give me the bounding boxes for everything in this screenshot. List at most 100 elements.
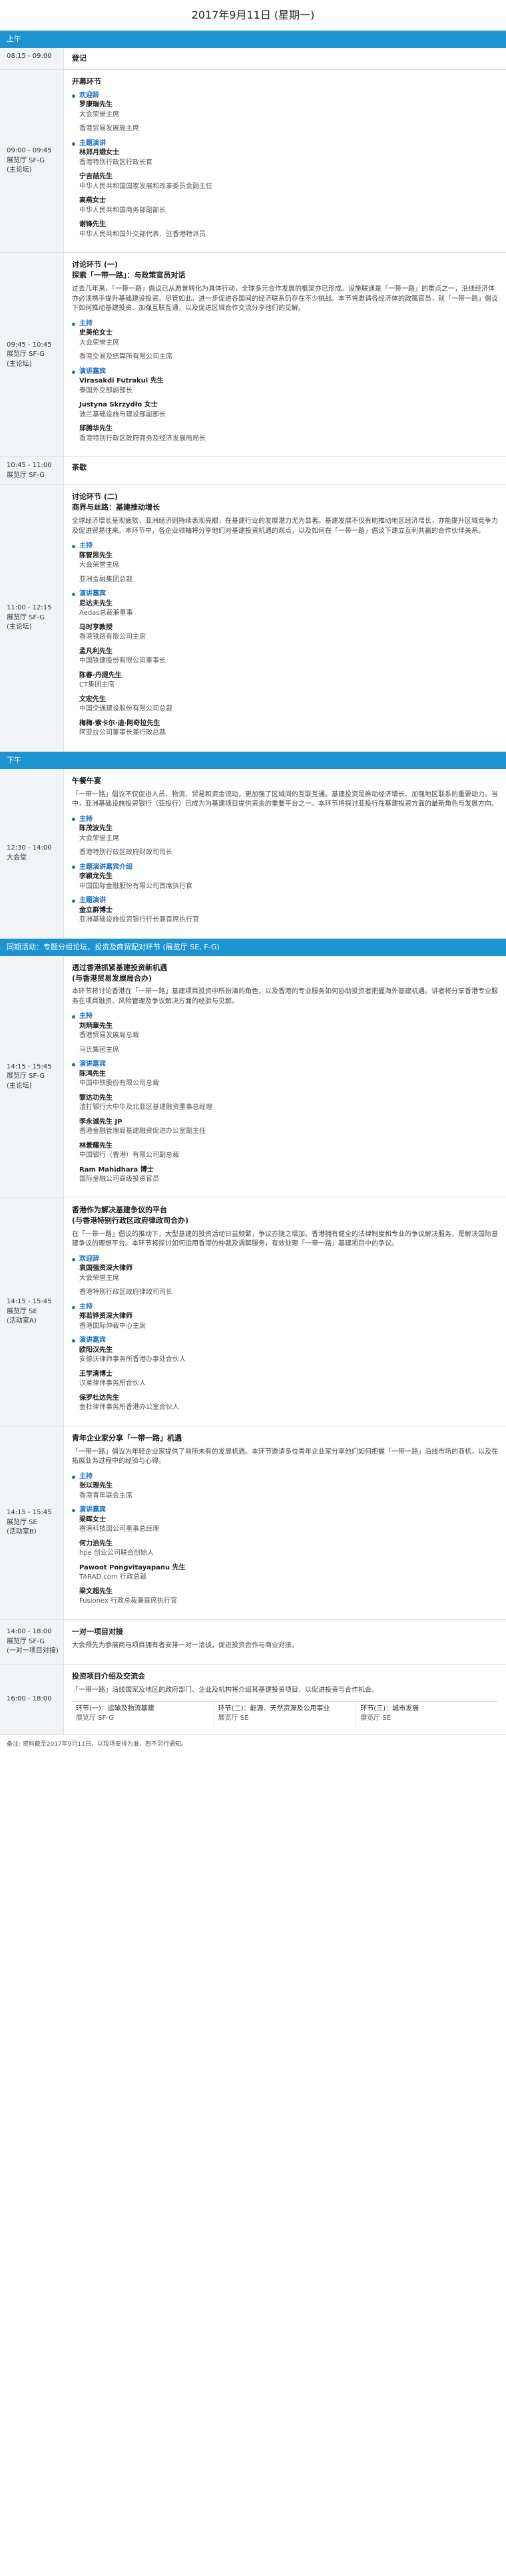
speaker-title: 中华人民共和国商务部副部长 bbox=[79, 206, 166, 214]
speaker-title: 香港交易及结算所有限公司主席 bbox=[79, 353, 172, 361]
session-title-text: 投资项目介绍及交流会 bbox=[72, 1672, 145, 1681]
session-title: 投资项目介绍及交流会 bbox=[72, 1671, 498, 1682]
speaker-role: 演讲嘉宾 bbox=[72, 1506, 498, 1516]
speaker-entry: 高燕女士 中华人民共和国商务部副部长 bbox=[79, 196, 498, 216]
speaker-entry: 史美伦女士 大会荣誉主席 bbox=[79, 329, 498, 348]
speaker-entry: 梅梅·索卡尔·迪·阿奇拉先生 阿亚拉公司董事长兼行政总裁 bbox=[79, 719, 498, 738]
speaker-name: 李颖龙先生 bbox=[79, 873, 113, 881]
speaker-title: 亚洲金融集团总裁 bbox=[79, 575, 132, 583]
speaker-entry: 陈茂波先生 大会荣誉主席 bbox=[79, 824, 498, 844]
track-item: 环节(三)：城市发展 展览厅 SE bbox=[356, 1702, 498, 1726]
speaker-role-label: 欢迎辞 bbox=[79, 91, 99, 99]
speaker-entry: 李永诚先生 JP 香港金融管理局基建融资促进办公室副主任 bbox=[79, 1118, 498, 1137]
session-title: 开幕环节 bbox=[72, 77, 498, 87]
speaker-name: 文宏先生 bbox=[79, 695, 106, 703]
speaker-entry: 欧阳汉先生 安德沃律师事务所香港办事处合伙人 bbox=[79, 1346, 498, 1365]
speaker-entry: 邱腾华先生 香港特别行政区政府商务及经济发展局局长 bbox=[79, 424, 498, 444]
session-time: 08:15 - 09:00 bbox=[7, 53, 52, 60]
speaker-role: 欢迎辞 bbox=[72, 91, 498, 101]
speaker-entry: 文宏先生 中国交通建设股份有限公司总裁 bbox=[79, 695, 498, 715]
speaker-name: 邱腾华先生 bbox=[79, 425, 113, 433]
speaker-title: 香港铁路有限公司主席 bbox=[79, 633, 146, 641]
speaker-role: 主持 bbox=[72, 1472, 498, 1482]
session-description: 在「一带一路」倡议的推动下，大型基建的投资活动日益频繁，争议亦随之增加。香港拥有… bbox=[72, 1230, 498, 1248]
bullet-icon bbox=[72, 592, 75, 596]
speaker-role: 主持 bbox=[72, 1012, 498, 1022]
speaker-name: 宁吉喆先生 bbox=[79, 173, 113, 181]
speaker-name: 梁文超先生 bbox=[79, 1587, 113, 1595]
session-title: 香港作为解决基建争议的平台 (与香港特别行政区政府律政司合办) bbox=[72, 1205, 498, 1226]
session-time-col: 16:00 - 18:00 bbox=[0, 1665, 64, 1734]
session-subtitle: 探索「一带一路」：与政策官员对话 bbox=[72, 271, 186, 280]
speaker-name: 谢锋先生 bbox=[79, 221, 106, 229]
session-title: 讨论环节 (二) 商界与丝路：基建推动增长 bbox=[72, 492, 498, 513]
speaker-title: 中国银行（香港）有限公司副总裁 bbox=[79, 1152, 179, 1160]
session-body: 投资项目介绍及交流会 「一带一路」沿线国家及地区的政府部门、企业及机构将介绍其基建… bbox=[64, 1665, 506, 1734]
bullet-icon bbox=[72, 1475, 75, 1479]
speaker-role-label: 演讲嘉宾 bbox=[79, 1337, 106, 1345]
program-schedule: 上午 08:15 - 09:00 登记 09:00 - 09:45 展览厅 SF-G (主… bbox=[0, 31, 506, 1735]
session-title-text: 透过香港抓紧基建投资新机遇 bbox=[72, 963, 167, 972]
session-title-text: 一对一项目对接 bbox=[72, 1627, 123, 1636]
speaker-role: 主持 bbox=[72, 1303, 498, 1313]
speaker-entry: 梁文超先生 Fusionex 行政总裁兼首席执行官 bbox=[79, 1587, 498, 1607]
speaker-role-label: 演讲嘉宾 bbox=[79, 1506, 106, 1514]
speaker-entry: 林郑月娥女士 香港特别行政区行政长官 bbox=[79, 148, 498, 168]
speaker-name: 陈春·丹提先生 bbox=[79, 671, 122, 679]
session-venue: (一对一项目对接) bbox=[7, 1647, 59, 1655]
speaker-name: 李永诚先生 JP bbox=[79, 1118, 123, 1126]
track-list: 环节(一)：运输及物流基建 展览厅 SF-G 环节(二)：能源、天然资源及公用事业展… bbox=[72, 1700, 498, 1726]
speaker-title: CT集团主席 bbox=[79, 681, 115, 689]
speaker-name: 梅梅·索卡尔·迪·阿奇拉先生 bbox=[79, 719, 160, 727]
bullet-icon bbox=[72, 1063, 75, 1067]
session-title-text: 讨论环节 (二) bbox=[72, 492, 118, 502]
session-title-text: 青年企业家分享「一带一路」机遇 bbox=[72, 1433, 182, 1442]
session-time: 09:45 - 10:45 bbox=[7, 341, 52, 349]
session-time: 14:00 - 18:00 bbox=[7, 1628, 52, 1636]
speaker-name: 孟凡利先生 bbox=[79, 647, 113, 655]
speaker-entry: 何力治先生 hpe 创业公司联合创始人 bbox=[79, 1539, 498, 1559]
speaker-title: 渣打银行大中华及北亚区基建融资董事总经理 bbox=[79, 1104, 212, 1112]
speaker-title: 国际金融公司高级投资官员 bbox=[79, 1176, 159, 1184]
speaker-entry: Justyna Skrzydło 女士 波兰基础设施与建设部副部长 bbox=[79, 401, 498, 420]
session-venue: 展览厅 SE bbox=[7, 1307, 37, 1315]
session-time: 12:30 - 14:00 bbox=[7, 844, 52, 852]
session-time-col: 09:00 - 09:45 展览厅 SF-G (主论坛) bbox=[0, 69, 64, 253]
session-title-text: 午餐午宴 bbox=[72, 776, 101, 785]
session-venue: (主论坛) bbox=[7, 166, 32, 174]
session-row: 10:45 - 11:00 展览厅 SF-G 茶歇 bbox=[0, 457, 506, 486]
speaker-role: 演讲嘉宾 bbox=[72, 1336, 498, 1346]
bullet-icon bbox=[72, 1257, 75, 1261]
session-body: 香港作为解决基建争议的平台 (与香港特别行政区政府律政司合办) 在「一带一路」倡议的… bbox=[64, 1198, 506, 1426]
bullet-icon bbox=[72, 322, 75, 326]
session-body: 讨论环节 (一) 探索「一带一路」：与政策官员对话 过去几年来，「一带一路」倡议已从… bbox=[64, 253, 506, 456]
session-row: 14:00 - 18:00 展览厅 SF-G (一对一项目对接) 一对一项目对接 大会预… bbox=[0, 1619, 506, 1665]
session-time-col: 14:15 - 15:45 展览厅 SE (活动室A) bbox=[0, 1198, 64, 1426]
session-title: 青年企业家分享「一带一路」机遇 bbox=[72, 1433, 498, 1444]
speaker-entry: 尼达夫先生 Aedas总裁兼董事 bbox=[79, 599, 498, 619]
session-venue: 展览厅 SF-G bbox=[7, 471, 45, 479]
speaker-entry: 金立群博士 亚洲基础设施投资银行行长兼首席执行官 bbox=[79, 906, 498, 925]
speaker-entry: 李颖龙先生 中国国际金融股份有限公司首席执行官 bbox=[79, 872, 498, 891]
session-title-text: 讨论环节 (一) bbox=[72, 260, 118, 269]
speaker-role: 演讲嘉宾 bbox=[72, 589, 498, 599]
session-venue: (活动室A) bbox=[7, 1317, 37, 1325]
speaker-role: 主题演讲嘉宾介绍 bbox=[72, 863, 498, 873]
session-venue: 展览厅 SE bbox=[7, 1518, 37, 1526]
session-row: 09:00 - 09:45 展览厅 SF-G (主论坛) 开幕环节 欢迎辞 罗康瑞先生 大会… bbox=[0, 69, 506, 253]
bullet-icon bbox=[72, 866, 75, 870]
session-venue: 展览厅 SF-G bbox=[7, 156, 45, 164]
speaker-role-label: 主持 bbox=[79, 319, 93, 327]
session-venue: (主论坛) bbox=[7, 360, 32, 368]
speaker-role: 主题演讲 bbox=[72, 139, 498, 149]
speaker-entry: 刘炳章先生 香港贸易发展局总裁 bbox=[79, 1022, 498, 1041]
session-title: 茶歇 bbox=[72, 463, 87, 472]
speaker-name: 欧阳汉先生 bbox=[79, 1346, 113, 1354]
page-title: 2017年9月11日 (星期一) bbox=[191, 9, 315, 22]
speaker-title: 香港特别行政区政府律政司司长 bbox=[79, 1289, 172, 1297]
period-morning: 上午 bbox=[0, 31, 506, 48]
speaker-entry: 香港贸易发展局主席 bbox=[79, 124, 498, 134]
speaker-entry: 袁国强资深大律师 大会荣誉主席 bbox=[79, 1264, 498, 1283]
session-title: 一对一项目对接 bbox=[72, 1627, 498, 1637]
speaker-name: 史美伦女士 bbox=[79, 329, 113, 337]
